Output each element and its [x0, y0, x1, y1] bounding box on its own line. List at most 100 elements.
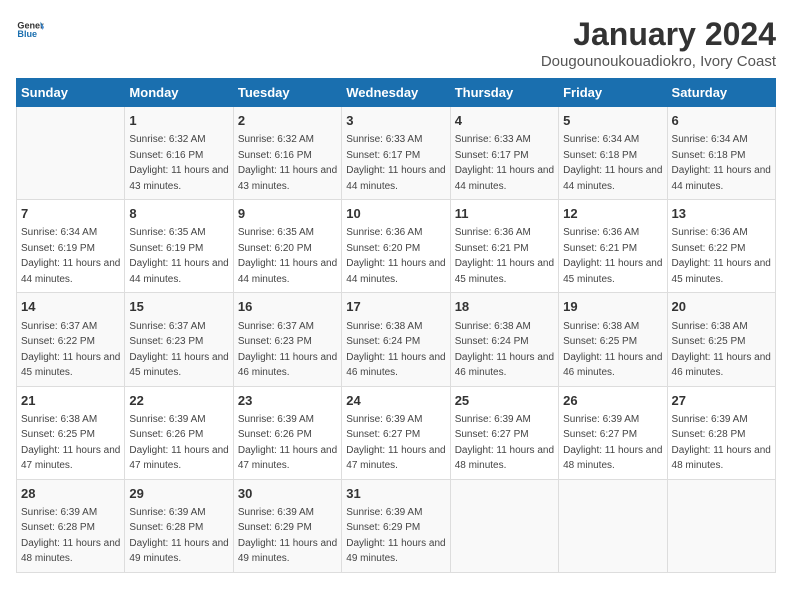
calendar-cell: 12 Sunrise: 6:36 AMSunset: 6:21 PMDayligh…	[559, 200, 667, 293]
calendar-cell: 5 Sunrise: 6:34 AMSunset: 6:18 PMDaylight…	[559, 107, 667, 200]
day-info: Sunrise: 6:39 AMSunset: 6:28 PMDaylight:…	[21, 507, 120, 565]
day-number: 14	[21, 298, 120, 316]
day-info: Sunrise: 6:39 AMSunset: 6:28 PMDaylight:…	[129, 507, 228, 565]
calendar-cell: 4 Sunrise: 6:33 AMSunset: 6:17 PMDaylight…	[450, 107, 558, 200]
header-day-saturday: Saturday	[667, 79, 775, 107]
calendar-cell: 23Sunrise: 6:39 AMSunset: 6:26 PMDayligh…	[233, 386, 341, 479]
page-header: General Blue January 2024 Dougounoukouad…	[16, 16, 776, 70]
day-number: 10	[346, 205, 445, 223]
day-number: 15	[129, 298, 228, 316]
day-info: Sunrise: 6:33 AMSunset: 6:17 PMDaylight:…	[455, 134, 554, 192]
calendar-cell: 14 Sunrise: 6:37 AMSunset: 6:22 PMDayligh…	[17, 293, 125, 386]
week-row-1: 7Sunrise: 6:34 AMSunset: 6:19 PMDaylight…	[17, 200, 776, 293]
day-number: 23	[238, 392, 337, 410]
header-day-sunday: Sunday	[17, 79, 125, 107]
calendar-cell	[450, 479, 558, 572]
calendar-cell: 29 Sunrise: 6:39 AMSunset: 6:28 PMDayligh…	[125, 479, 233, 572]
day-info: Sunrise: 6:39 AMSunset: 6:27 PMDaylight:…	[563, 414, 662, 472]
calendar-cell: 19 Sunrise: 6:38 AMSunset: 6:25 PMDayligh…	[559, 293, 667, 386]
day-info: Sunrise: 6:39 AMSunset: 6:27 PMDaylight:…	[455, 414, 554, 472]
logo-icon: General Blue	[16, 16, 44, 44]
day-number: 1	[129, 112, 228, 130]
calendar-cell: 13 Sunrise: 6:36 AMSunset: 6:22 PMDayligh…	[667, 200, 775, 293]
day-info: Sunrise: 6:38 AMSunset: 6:25 PMDaylight:…	[672, 321, 771, 379]
main-title: January 2024	[541, 16, 776, 53]
calendar-cell: 2Sunrise: 6:32 AMSunset: 6:16 PMDaylight…	[233, 107, 341, 200]
day-number: 5	[563, 112, 662, 130]
day-info: Sunrise: 6:35 AMSunset: 6:19 PMDaylight:…	[129, 227, 228, 285]
calendar-cell: 31Sunrise: 6:39 AMSunset: 6:29 PMDayligh…	[342, 479, 450, 572]
day-info: Sunrise: 6:37 AMSunset: 6:22 PMDaylight:…	[21, 321, 120, 379]
calendar-cell: 1Sunrise: 6:32 AMSunset: 6:16 PMDaylight…	[125, 107, 233, 200]
day-info: Sunrise: 6:38 AMSunset: 6:24 PMDaylight:…	[346, 321, 445, 379]
calendar-cell: 8 Sunrise: 6:35 AMSunset: 6:19 PMDaylight…	[125, 200, 233, 293]
day-info: Sunrise: 6:34 AMSunset: 6:18 PMDaylight:…	[672, 134, 771, 192]
calendar-cell: 7Sunrise: 6:34 AMSunset: 6:19 PMDaylight…	[17, 200, 125, 293]
header-day-thursday: Thursday	[450, 79, 558, 107]
week-row-2: 14 Sunrise: 6:37 AMSunset: 6:22 PMDayligh…	[17, 293, 776, 386]
day-number: 4	[455, 112, 554, 130]
logo: General Blue	[16, 16, 44, 44]
subtitle: Dougounoukouadiokro, Ivory Coast	[541, 53, 776, 70]
day-info: Sunrise: 6:38 AMSunset: 6:25 PMDaylight:…	[563, 321, 662, 379]
day-number: 22	[129, 392, 228, 410]
calendar-cell: 21 Sunrise: 6:38 AMSunset: 6:25 PMDayligh…	[17, 386, 125, 479]
calendar-cell: 24 Sunrise: 6:39 AMSunset: 6:27 PMDayligh…	[342, 386, 450, 479]
day-number: 18	[455, 298, 554, 316]
calendar-cell: 28 Sunrise: 6:39 AMSunset: 6:28 PMDayligh…	[17, 479, 125, 572]
day-info: Sunrise: 6:39 AMSunset: 6:26 PMDaylight:…	[129, 414, 228, 472]
calendar-cell	[559, 479, 667, 572]
day-info: Sunrise: 6:36 AMSunset: 6:20 PMDaylight:…	[346, 227, 445, 285]
calendar-cell: 30 Sunrise: 6:39 AMSunset: 6:29 PMDayligh…	[233, 479, 341, 572]
calendar-cell: 9Sunrise: 6:35 AMSunset: 6:20 PMDaylight…	[233, 200, 341, 293]
header-day-friday: Friday	[559, 79, 667, 107]
calendar-cell: 15 Sunrise: 6:37 AMSunset: 6:23 PMDayligh…	[125, 293, 233, 386]
day-number: 30	[238, 485, 337, 503]
day-number: 25	[455, 392, 554, 410]
day-number: 20	[672, 298, 771, 316]
day-number: 29	[129, 485, 228, 503]
day-number: 16	[238, 298, 337, 316]
calendar-table: SundayMondayTuesdayWednesdayThursdayFrid…	[16, 78, 776, 573]
header-day-tuesday: Tuesday	[233, 79, 341, 107]
day-info: Sunrise: 6:32 AMSunset: 6:16 PMDaylight:…	[238, 134, 337, 192]
day-info: Sunrise: 6:37 AMSunset: 6:23 PMDaylight:…	[129, 321, 228, 379]
day-number: 6	[672, 112, 771, 130]
calendar-cell	[667, 479, 775, 572]
week-row-4: 28 Sunrise: 6:39 AMSunset: 6:28 PMDayligh…	[17, 479, 776, 572]
calendar-cell: 27Sunrise: 6:39 AMSunset: 6:28 PMDayligh…	[667, 386, 775, 479]
calendar-cell	[17, 107, 125, 200]
day-number: 11	[455, 205, 554, 223]
calendar-cell: 10 Sunrise: 6:36 AMSunset: 6:20 PMDayligh…	[342, 200, 450, 293]
calendar-cell: 16Sunrise: 6:37 AMSunset: 6:23 PMDayligh…	[233, 293, 341, 386]
day-number: 24	[346, 392, 445, 410]
calendar-cell: 22 Sunrise: 6:39 AMSunset: 6:26 PMDayligh…	[125, 386, 233, 479]
day-number: 9	[238, 205, 337, 223]
day-number: 12	[563, 205, 662, 223]
day-number: 7	[21, 205, 120, 223]
day-info: Sunrise: 6:36 AMSunset: 6:22 PMDaylight:…	[672, 227, 771, 285]
day-number: 28	[21, 485, 120, 503]
title-block: January 2024 Dougounoukouadiokro, Ivory …	[541, 16, 776, 70]
svg-text:Blue: Blue	[17, 29, 37, 39]
calendar-cell: 3Sunrise: 6:33 AMSunset: 6:17 PMDaylight…	[342, 107, 450, 200]
day-info: Sunrise: 6:39 AMSunset: 6:29 PMDaylight:…	[238, 507, 337, 565]
day-number: 21	[21, 392, 120, 410]
day-info: Sunrise: 6:36 AMSunset: 6:21 PMDaylight:…	[563, 227, 662, 285]
calendar-cell: 11Sunrise: 6:36 AMSunset: 6:21 PMDayligh…	[450, 200, 558, 293]
calendar-cell: 20 Sunrise: 6:38 AMSunset: 6:25 PMDayligh…	[667, 293, 775, 386]
header-row: SundayMondayTuesdayWednesdayThursdayFrid…	[17, 79, 776, 107]
calendar-body: 1 Sunrise: 6:32 AMSunset: 6:16 PMDaylight…	[17, 107, 776, 573]
day-info: Sunrise: 6:39 AMSunset: 6:27 PMDaylight:…	[346, 414, 445, 472]
day-info: Sunrise: 6:38 AMSunset: 6:25 PMDaylight:…	[21, 414, 120, 472]
day-info: Sunrise: 6:33 AMSunset: 6:17 PMDaylight:…	[346, 134, 445, 192]
day-info: Sunrise: 6:38 AMSunset: 6:24 PMDaylight:…	[455, 321, 554, 379]
day-number: 13	[672, 205, 771, 223]
day-info: Sunrise: 6:39 AMSunset: 6:29 PMDaylight:…	[346, 507, 445, 565]
day-info: Sunrise: 6:34 AMSunset: 6:18 PMDaylight:…	[563, 134, 662, 192]
day-number: 8	[129, 205, 228, 223]
calendar-cell: 25 Sunrise: 6:39 AMSunset: 6:27 PMDayligh…	[450, 386, 558, 479]
calendar-cell: 26Sunrise: 6:39 AMSunset: 6:27 PMDayligh…	[559, 386, 667, 479]
day-number: 19	[563, 298, 662, 316]
header-day-monday: Monday	[125, 79, 233, 107]
